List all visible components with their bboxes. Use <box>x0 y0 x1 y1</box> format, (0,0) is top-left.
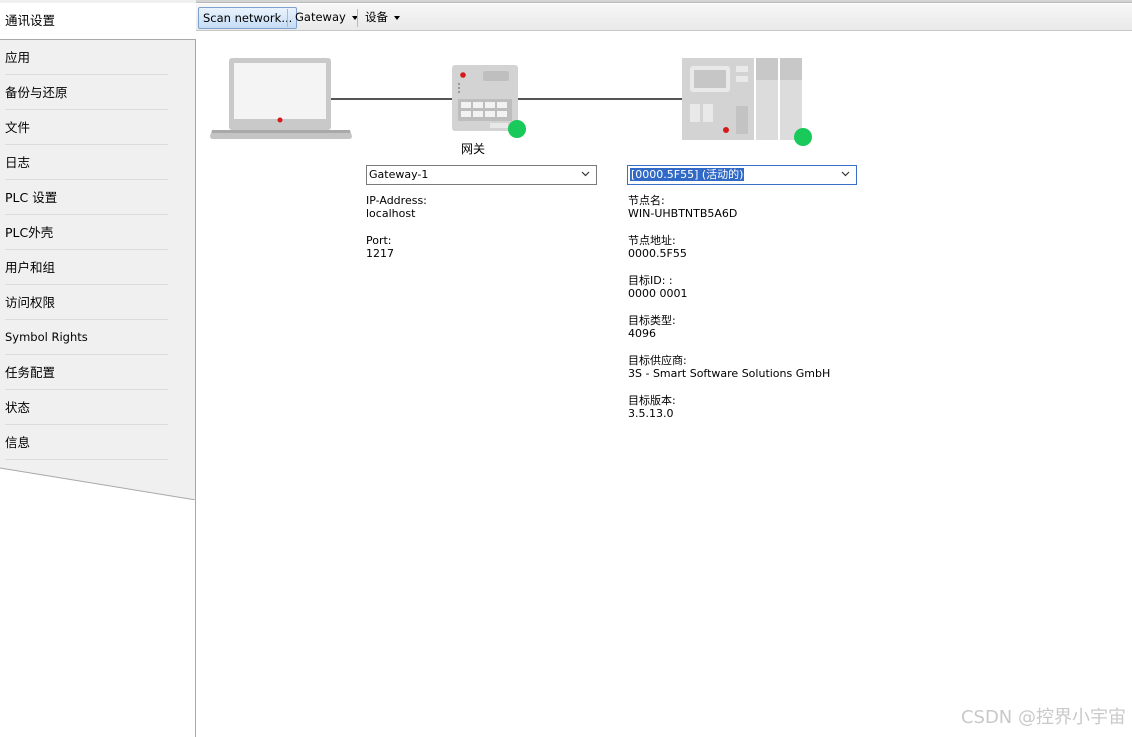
port-value: 1217 <box>366 247 394 260</box>
sidebar-item-label: 应用 <box>5 50 31 65</box>
sidebar-item-info[interactable]: 信息 <box>0 425 168 460</box>
target-vendor-label: 目标供应商: <box>628 354 687 367</box>
sidebar-item-symbol-rights[interactable]: Symbol Rights <box>0 320 168 355</box>
toolbar: Scan network... Gateway 设备 <box>196 4 1132 31</box>
connection-line <box>518 98 684 100</box>
computer-icon <box>210 58 352 139</box>
node-name-label: 节点名: <box>628 194 665 207</box>
sidebar-item-label: 文件 <box>5 120 31 135</box>
sidebar-item-log[interactable]: 日志 <box>0 145 168 180</box>
target-id-value: 0000 0001 <box>628 287 688 300</box>
ip-address-value: localhost <box>366 207 416 220</box>
sidebar-item-label: 用户和组 <box>5 260 56 275</box>
port-label: Port: <box>366 234 392 247</box>
sidebar-item-label: PLC 设置 <box>5 190 58 205</box>
scan-network-button[interactable]: Scan network... <box>198 7 298 29</box>
target-type-value: 4096 <box>628 327 656 340</box>
gateway-menu-button[interactable]: Gateway <box>291 7 362 29</box>
sidebar-item-label: 任务配置 <box>5 365 56 380</box>
sidebar-item-files[interactable]: 文件 <box>0 110 168 145</box>
gateway-menu-label: Gateway <box>295 10 346 24</box>
sidebar-item-label: 日志 <box>5 155 31 170</box>
sidebar-item-label: 状态 <box>5 400 31 415</box>
device-select[interactable]: [0000.5F55] (活动的) <box>627 165 857 185</box>
node-address-value: 0000.5F55 <box>628 247 687 260</box>
device-info: 节点名: WIN-UHBTNTB5A6D 节点地址: 0000.5F55 目标I… <box>628 194 830 420</box>
target-version-value: 3.5.13.0 <box>628 407 674 420</box>
toolbar-separator <box>287 9 288 27</box>
ip-address-label: IP-Address: <box>366 194 427 207</box>
target-type-label: 目标类型: <box>628 314 676 327</box>
sidebar-item-task-config[interactable]: 任务配置 <box>0 355 168 390</box>
sidebar-item-label: 通讯设置 <box>5 13 56 28</box>
node-address-label: 节点地址: <box>628 234 676 247</box>
sidebar: 通讯设置 应用 备份与还原 文件 日志 PLC 设置 PLC外壳 用户和组 访问… <box>0 0 196 737</box>
device-menu-button[interactable]: 设备 <box>361 7 404 29</box>
sidebar-item-communication[interactable]: 通讯设置 <box>0 3 196 40</box>
sidebar-item-plc-settings[interactable]: PLC 设置 <box>0 180 168 215</box>
device-status-indicator <box>794 128 812 146</box>
target-version-label: 目标版本: <box>628 394 676 407</box>
gateway-select[interactable]: Gateway-1 <box>366 165 597 185</box>
chevron-down-icon <box>581 171 590 177</box>
sidebar-item-label: 备份与还原 <box>5 85 68 100</box>
device-select-value: [0000.5F55] (活动的) <box>630 168 745 181</box>
chevron-down-icon <box>394 15 400 20</box>
sidebar-item-status[interactable]: 状态 <box>0 390 168 425</box>
sidebar-item-access-rights[interactable]: 访问权限 <box>0 285 168 320</box>
chevron-down-icon <box>841 171 850 177</box>
watermark: CSDN @控界小宇宙 <box>960 707 1126 728</box>
device-menu-label: 设备 <box>365 10 388 24</box>
gateway-select-value: Gateway-1 <box>369 168 429 181</box>
gateway-caption: 网关 <box>461 142 486 156</box>
sidebar-item-plc-shell[interactable]: PLC外壳 <box>0 215 168 250</box>
toolbar-separator <box>357 9 358 27</box>
node-name-value: WIN-UHBTNTB5A6D <box>628 207 738 220</box>
sidebar-item-applications[interactable]: 应用 <box>0 40 168 75</box>
target-id-label: 目标ID: : <box>628 274 673 287</box>
scan-network-label: Scan network... <box>203 11 293 25</box>
sidebar-item-users-groups[interactable]: 用户和组 <box>0 250 168 285</box>
gateway-status-indicator <box>508 120 526 138</box>
target-vendor-value: 3S - Smart Software Solutions GmbH <box>628 367 831 380</box>
sidebar-item-label: PLC外壳 <box>5 225 54 240</box>
plc-device-icon[interactable] <box>682 58 804 140</box>
sidebar-item-label: Symbol Rights <box>5 330 88 344</box>
sidebar-item-backup-restore[interactable]: 备份与还原 <box>0 75 168 110</box>
sidebar-item-label: 访问权限 <box>5 295 56 310</box>
sidebar-item-label: 信息 <box>5 435 31 450</box>
gateway-info: IP-Address: localhost Port: 1217 <box>366 194 427 260</box>
